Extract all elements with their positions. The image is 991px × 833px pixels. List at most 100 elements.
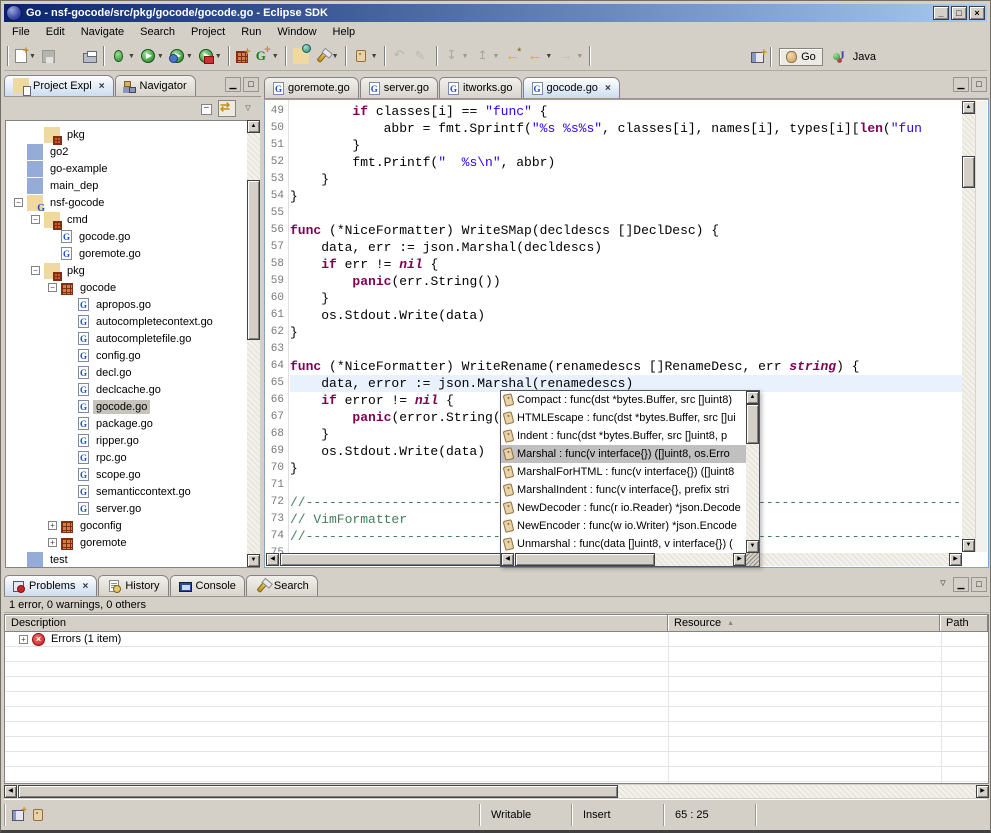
- tree-item[interactable]: package.go: [6, 415, 259, 432]
- code-line[interactable]: }: [290, 171, 962, 188]
- view-menu-button[interactable]: ▽: [239, 100, 257, 117]
- tree-item[interactable]: +goremote: [6, 534, 259, 551]
- code-line[interactable]: abbr = fmt.Sprintf("%s %s%s", classes[i]…: [290, 120, 962, 137]
- run-history-button[interactable]: ▼: [168, 45, 195, 67]
- tree-item[interactable]: autocompletecontext.go: [6, 313, 259, 330]
- tree-item[interactable]: go-example: [6, 160, 259, 177]
- minimize-editor-button[interactable]: ▁: [953, 77, 969, 92]
- code-line[interactable]: if classes[i] == "func" {: [290, 103, 962, 120]
- open-resource-button[interactable]: [291, 45, 311, 67]
- completion-item[interactable]: MarshalForHTML : func(v interface{}) ([]…: [501, 463, 746, 481]
- tree-item[interactable]: main_dep: [6, 177, 259, 194]
- scroll-thumb[interactable]: [515, 553, 655, 566]
- code-line[interactable]: if err != nil {: [290, 256, 962, 273]
- scroll-up-button[interactable]: ▲: [962, 101, 975, 114]
- close-icon[interactable]: ×: [82, 581, 88, 592]
- completion-item[interactable]: Indent : func(dst *bytes.Buffer, src []u…: [501, 427, 746, 445]
- collapse-all-button[interactable]: [197, 100, 215, 117]
- problems-hscrollbar[interactable]: ◀ ▶: [4, 785, 989, 798]
- scroll-right-button[interactable]: ▶: [976, 785, 989, 798]
- tree-item[interactable]: gocode.go: [6, 398, 259, 415]
- scroll-right-button[interactable]: ▶: [733, 553, 746, 566]
- editor-tab[interactable]: goremote.go: [264, 77, 359, 98]
- view-menu-button[interactable]: ▽: [935, 577, 951, 592]
- tree-item[interactable]: autocompletefile.go: [6, 330, 259, 347]
- popup-vscrollbar[interactable]: ▲ ▼: [746, 391, 759, 553]
- editor-vscrollbar[interactable]: ▲ ▼: [962, 101, 975, 552]
- code-line[interactable]: panic(err.String()): [290, 273, 962, 290]
- search-button[interactable]: ▼: [313, 45, 341, 67]
- fast-view-button[interactable]: [10, 804, 26, 826]
- minimize-view-button[interactable]: ▁: [225, 77, 241, 92]
- code-line[interactable]: data, err := json.Marshal(decldescs): [290, 239, 962, 256]
- editor-tab[interactable]: server.go: [360, 77, 438, 98]
- scroll-up-button[interactable]: ▲: [247, 120, 260, 133]
- tree-expander[interactable]: −: [14, 198, 23, 207]
- link-with-editor-button[interactable]: [218, 100, 236, 117]
- tree-item[interactable]: ripper.go: [6, 432, 259, 449]
- new-go-type-button[interactable]: ▼: [252, 45, 281, 67]
- tree-expander[interactable]: +: [48, 521, 57, 530]
- back-button[interactable]: ▼: [525, 45, 554, 67]
- scroll-thumb[interactable]: [18, 785, 618, 798]
- code-line[interactable]: }: [290, 188, 962, 205]
- popup-hscrollbar[interactable]: ◀ ▶: [501, 553, 746, 566]
- dropdown-arrow-icon[interactable]: ▼: [545, 53, 552, 60]
- code-line[interactable]: }: [290, 324, 962, 341]
- tree-item[interactable]: test: [6, 551, 259, 568]
- dropdown-arrow-icon[interactable]: ▼: [492, 53, 499, 60]
- editor-tab[interactable]: gocode.go×: [523, 77, 620, 98]
- code-line[interactable]: [290, 205, 962, 222]
- tree-item[interactable]: gocode.go: [6, 228, 259, 245]
- perspective-go-button[interactable]: Go: [779, 48, 823, 66]
- dropdown-arrow-icon[interactable]: ▼: [462, 53, 469, 60]
- close-icon[interactable]: ×: [99, 81, 105, 92]
- dropdown-arrow-icon[interactable]: ▼: [128, 53, 135, 60]
- code-line[interactable]: func (*NiceFormatter) WriteRename(rename…: [290, 358, 962, 375]
- tree-item[interactable]: config.go: [6, 347, 259, 364]
- maximize-button[interactable]: □: [951, 6, 967, 20]
- scroll-thumb[interactable]: [247, 180, 260, 340]
- tree-item[interactable]: declcache.go: [6, 381, 259, 398]
- titlebar[interactable]: Go - nsf-gocode/src/pkg/gocode/gocode.go…: [4, 4, 987, 22]
- completion-list[interactable]: Compact : func(dst *bytes.Buffer, src []…: [501, 391, 759, 553]
- column-header-description[interactable]: Description: [5, 615, 668, 632]
- annotation-button[interactable]: ▼: [351, 45, 380, 67]
- tree-item[interactable]: −cmd: [6, 211, 259, 228]
- print-button[interactable]: [81, 45, 99, 67]
- dropdown-arrow-icon[interactable]: ▼: [371, 53, 378, 60]
- problems-row[interactable]: +×Errors (1 item): [5, 632, 988, 647]
- annotation-status-button[interactable]: [28, 804, 48, 826]
- scroll-right-button[interactable]: ▶: [949, 553, 962, 566]
- tree-item[interactable]: apropos.go: [6, 296, 259, 313]
- completion-item[interactable]: Unmarshal : func(data []uint8, v interfa…: [501, 535, 746, 553]
- sidebar-tab[interactable]: Navigator: [115, 75, 196, 96]
- dropdown-arrow-icon[interactable]: ▼: [29, 53, 36, 60]
- menu-file[interactable]: File: [4, 24, 38, 40]
- completion-item[interactable]: NewEncoder : func(w io.Writer) *json.Enc…: [501, 517, 746, 535]
- minimize-view-button[interactable]: ▁: [953, 577, 969, 592]
- menu-navigate[interactable]: Navigate: [73, 24, 132, 40]
- tree-item[interactable]: −gocode: [6, 279, 259, 296]
- maximize-editor-button[interactable]: □: [971, 77, 987, 92]
- menu-search[interactable]: Search: [132, 24, 183, 40]
- scroll-down-button[interactable]: ▼: [962, 539, 975, 552]
- tree-expander[interactable]: −: [31, 266, 40, 275]
- popup-resize-grip[interactable]: [746, 553, 759, 566]
- tree-item[interactable]: semanticcontext.go: [6, 483, 259, 500]
- tree-item[interactable]: go2: [6, 143, 259, 160]
- last-edit-location-button[interactable]: [503, 45, 523, 67]
- scroll-down-button[interactable]: ▼: [746, 540, 759, 553]
- tree-item[interactable]: pkg: [6, 126, 259, 143]
- scroll-left-button[interactable]: ◀: [266, 553, 279, 566]
- run-button[interactable]: ▼: [139, 45, 166, 67]
- close-icon[interactable]: ×: [605, 83, 611, 94]
- tree-item[interactable]: −pkg: [6, 262, 259, 279]
- dropdown-arrow-icon[interactable]: ▼: [576, 53, 583, 60]
- menu-edit[interactable]: Edit: [38, 24, 73, 40]
- column-header-resource[interactable]: Resource▲: [668, 615, 940, 632]
- scroll-thumb[interactable]: [746, 404, 759, 444]
- scroll-down-button[interactable]: ▼: [247, 554, 260, 567]
- open-perspective-button[interactable]: [749, 46, 766, 68]
- tree-expander[interactable]: −: [48, 283, 57, 292]
